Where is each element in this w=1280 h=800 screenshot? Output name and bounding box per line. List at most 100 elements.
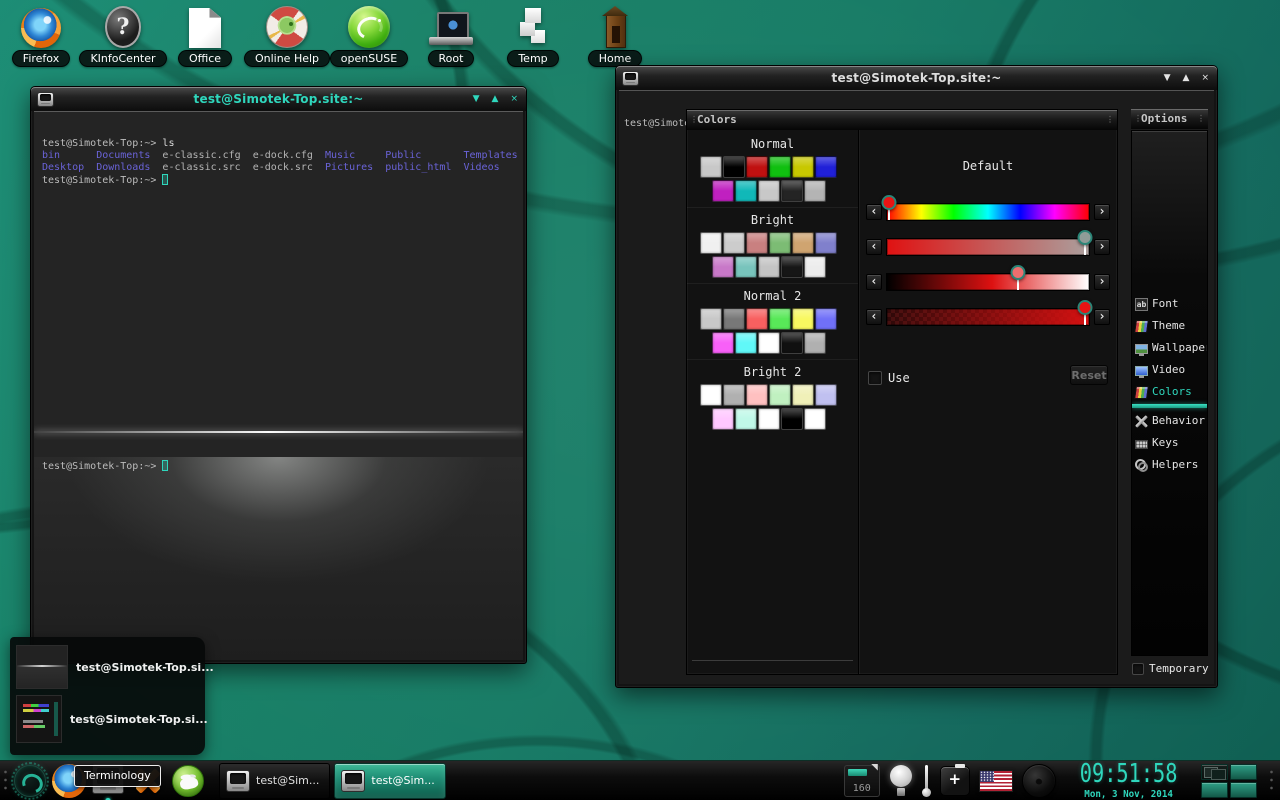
slider-alpha-left-arrow-icon[interactable]: ‹ <box>866 309 882 325</box>
battery-icon[interactable] <box>940 766 970 796</box>
color-swatch[interactable] <box>781 180 803 202</box>
options-item-font[interactable]: Font <box>1132 293 1207 315</box>
color-swatch[interactable] <box>746 384 768 406</box>
desktop-icon-onlinehelp[interactable]: Online Help <box>246 3 328 67</box>
minimize-button[interactable]: ▼ <box>473 87 480 111</box>
close-button[interactable]: × <box>1201 66 1209 90</box>
color-swatch[interactable] <box>700 308 722 330</box>
mixer-knob-icon[interactable] <box>1022 764 1056 798</box>
cpufreq-gadget[interactable]: 160 <box>844 765 880 797</box>
maximize-button[interactable]: ▲ <box>492 87 499 111</box>
color-swatch[interactable] <box>792 384 814 406</box>
slider-hue-knob[interactable] <box>882 195 897 210</box>
color-swatch[interactable] <box>723 384 745 406</box>
color-swatch[interactable] <box>723 232 745 254</box>
color-swatch[interactable] <box>712 180 734 202</box>
desktop-icon-temp[interactable]: Temp <box>492 3 574 67</box>
window-preview-0[interactable]: test@Simotek-Top.si... <box>16 645 205 689</box>
maximize-button[interactable]: ▲ <box>1183 66 1190 90</box>
pager-desktop-3[interactable] <box>1230 782 1257 798</box>
color-swatch[interactable] <box>758 332 780 354</box>
window-preview-1[interactable]: test@Simotek-Top.si... <box>16 695 205 743</box>
slider-saturation-knob[interactable] <box>1077 230 1092 245</box>
start-button[interactable] <box>14 765 46 797</box>
color-swatch[interactable] <box>792 308 814 330</box>
temporary-checkbox[interactable] <box>1132 663 1144 675</box>
color-swatch[interactable] <box>781 332 803 354</box>
color-swatch[interactable] <box>700 384 722 406</box>
taskbar-task-0[interactable]: test@Sim... <box>219 763 330 799</box>
slider-alpha-track[interactable] <box>886 308 1090 326</box>
color-swatch[interactable] <box>815 308 837 330</box>
color-swatch[interactable] <box>781 256 803 278</box>
color-swatch[interactable] <box>815 156 837 178</box>
color-swatch[interactable] <box>792 232 814 254</box>
slider-lightness-left-arrow-icon[interactable]: ‹ <box>866 274 882 290</box>
color-swatch[interactable] <box>804 408 826 430</box>
amule-launcher[interactable] <box>172 765 204 797</box>
color-swatch[interactable] <box>735 332 757 354</box>
color-swatch[interactable] <box>758 256 780 278</box>
options-item-theme[interactable]: Theme <box>1132 315 1207 337</box>
color-swatch[interactable] <box>746 308 768 330</box>
minimize-button[interactable]: ▼ <box>1164 66 1171 90</box>
color-swatch[interactable] <box>769 156 791 178</box>
terminal-pane-top[interactable]: test@Simotek-Top:~> lsbin Documents e-cl… <box>34 135 523 407</box>
slider-lightness-knob[interactable] <box>1011 265 1026 280</box>
color-swatch[interactable] <box>804 180 826 202</box>
color-swatch[interactable] <box>781 408 803 430</box>
color-swatch[interactable] <box>815 384 837 406</box>
terminal-titlebar[interactable]: test@Simotek-Top.site:~ ▼ ▲ × <box>31 87 526 111</box>
options-item-wallpaper[interactable]: Wallpaper <box>1132 337 1207 359</box>
slider-alpha-right-arrow-icon[interactable]: › <box>1094 309 1110 325</box>
color-swatch[interactable] <box>712 408 734 430</box>
color-swatch[interactable] <box>769 232 791 254</box>
desktop-icon-root[interactable]: Root <box>410 3 492 67</box>
color-swatch[interactable] <box>723 156 745 178</box>
color-swatch[interactable] <box>769 384 791 406</box>
color-swatch[interactable] <box>700 232 722 254</box>
pager-desktop-1[interactable] <box>1230 764 1257 780</box>
options-item-helpers[interactable]: Helpers <box>1132 454 1207 476</box>
desktop-icon-opensuse[interactable]: openSUSE <box>328 3 410 67</box>
options-item-video[interactable]: Video <box>1132 359 1207 381</box>
color-swatch[interactable] <box>815 232 837 254</box>
desktop-icon-kinfocenter[interactable]: KInfoCenter <box>82 3 164 67</box>
color-swatch[interactable] <box>804 332 826 354</box>
reset-button[interactable]: Reset <box>1070 365 1108 385</box>
slider-lightness-right-arrow-icon[interactable]: › <box>1094 274 1110 290</box>
color-swatch[interactable] <box>769 308 791 330</box>
pager-desktop-0[interactable] <box>1201 764 1228 780</box>
options-item-keys[interactable]: Keys <box>1132 432 1207 454</box>
color-swatch[interactable] <box>735 256 757 278</box>
desktop-icon-office[interactable]: Office <box>164 3 246 67</box>
color-swatch[interactable] <box>735 408 757 430</box>
color-swatch[interactable] <box>758 408 780 430</box>
slider-hue-left-arrow-icon[interactable]: ‹ <box>866 204 882 220</box>
color-swatch[interactable] <box>712 332 734 354</box>
gadget-handle-icon[interactable] <box>3 768 8 794</box>
color-swatch[interactable] <box>758 180 780 202</box>
slider-hue-track[interactable] <box>886 203 1090 221</box>
gadget-handle-icon[interactable] <box>1269 768 1274 794</box>
slider-saturation-track[interactable] <box>886 238 1090 256</box>
options-item-behavior[interactable]: Behavior <box>1132 410 1207 432</box>
color-swatch[interactable] <box>804 256 826 278</box>
desktop-icon-home[interactable]: Home <box>574 3 656 67</box>
color-swatch[interactable] <box>735 180 757 202</box>
color-swatch[interactable] <box>792 156 814 178</box>
options-item-colors[interactable]: Colors <box>1132 381 1207 403</box>
color-swatch[interactable] <box>746 156 768 178</box>
slider-hue-right-arrow-icon[interactable]: › <box>1094 204 1110 220</box>
pager-desktop-2[interactable] <box>1201 782 1228 798</box>
slider-saturation-right-arrow-icon[interactable]: › <box>1094 239 1110 255</box>
slider-lightness-track[interactable] <box>886 273 1090 291</box>
color-swatch[interactable] <box>712 256 734 278</box>
use-checkbox[interactable] <box>868 371 882 385</box>
taskbar-task-1[interactable]: test@Sim... <box>334 763 445 799</box>
color-swatch[interactable] <box>723 308 745 330</box>
temperature-thermometer-icon[interactable] <box>922 765 931 797</box>
settings-titlebar[interactable]: test@Simotek-Top.site:~ ▼ ▲ × <box>616 66 1217 90</box>
pane-split-divider[interactable] <box>34 431 523 433</box>
color-swatch[interactable] <box>700 156 722 178</box>
